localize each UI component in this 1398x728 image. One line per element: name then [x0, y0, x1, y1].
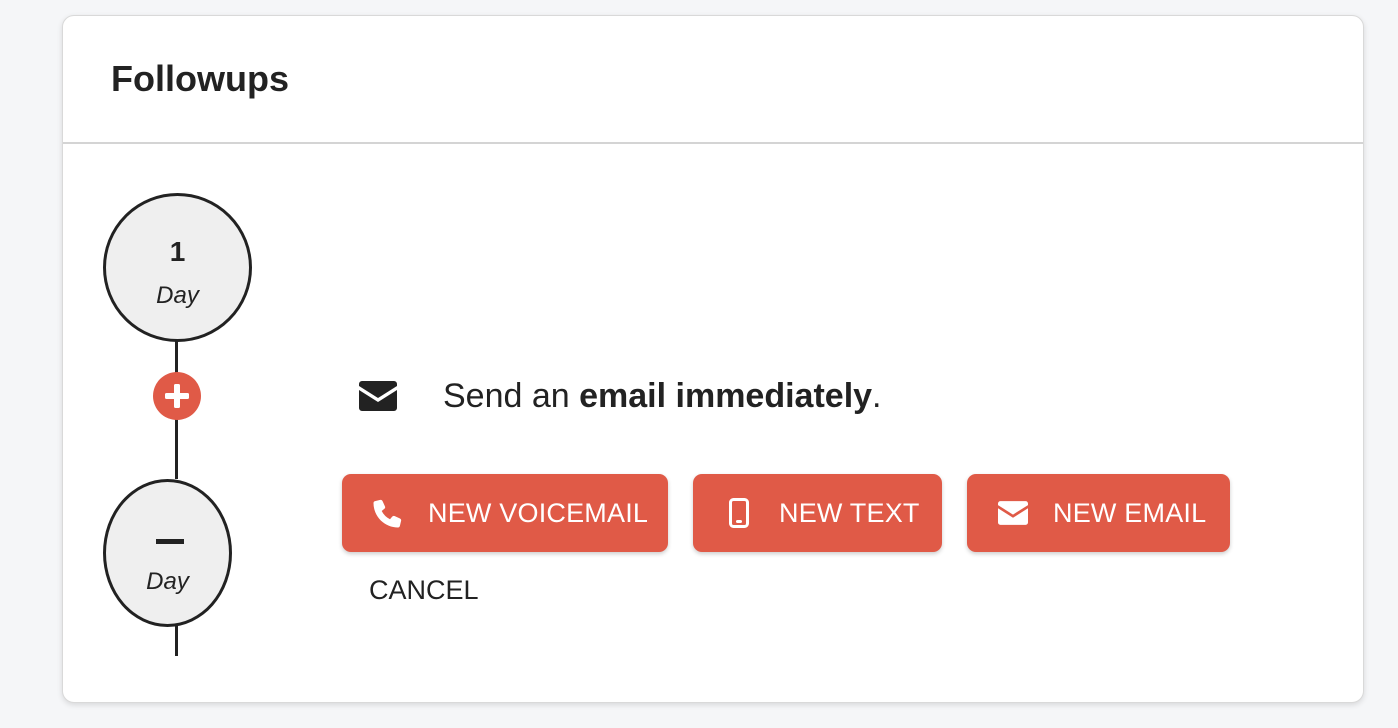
envelope-icon	[359, 381, 397, 411]
minus-icon	[156, 539, 184, 544]
step-text-prefix: Send an	[443, 376, 580, 415]
day-unit-label: Day	[146, 568, 189, 595]
followups-card: Followups 1 Day Day Send an email immedi…	[62, 15, 1364, 703]
new-voicemail-label: NEW VOICEMAIL	[428, 497, 649, 528]
new-email-label: NEW EMAIL	[1053, 497, 1207, 528]
phone-icon	[373, 498, 403, 528]
plus-icon	[165, 384, 189, 408]
new-text-label: NEW TEXT	[779, 497, 920, 528]
page-title: Followups	[111, 58, 289, 99]
cancel-button[interactable]: CANCEL	[369, 575, 479, 606]
step-text-suffix: .	[872, 376, 882, 415]
new-text-button[interactable]: NEW TEXT	[693, 474, 942, 552]
day-node-editable[interactable]: Day	[103, 479, 232, 627]
day-node[interactable]: 1 Day	[103, 193, 252, 342]
card-header: Followups	[63, 16, 1363, 144]
add-step-button[interactable]	[153, 372, 201, 420]
step-text-bold: email immediately	[579, 376, 873, 415]
envelope-icon	[998, 501, 1028, 525]
step-description: Send an email immediately.	[359, 376, 882, 416]
new-email-button[interactable]: NEW EMAIL	[967, 474, 1230, 552]
step-text: Send an email immediately.	[443, 377, 882, 416]
new-voicemail-button[interactable]: NEW VOICEMAIL	[342, 474, 668, 552]
day-unit-label: Day	[156, 282, 199, 309]
day-value: 1	[169, 236, 186, 267]
mobile-icon	[729, 498, 749, 528]
